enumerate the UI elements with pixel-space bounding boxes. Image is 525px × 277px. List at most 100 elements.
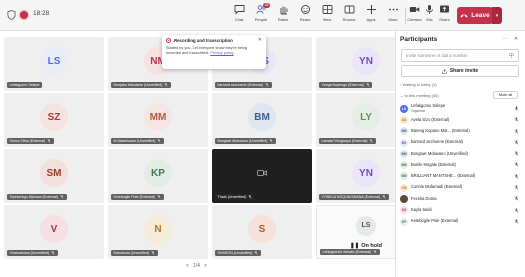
share-invite-button[interactable]: Share invite — [401, 65, 519, 77]
mic-off-icon — [269, 139, 273, 143]
apps-label: Apps — [366, 17, 376, 22]
in-meeting-section-toggle[interactable]: ⌄ In this meeting (35) — [400, 93, 439, 98]
participant-list-item[interactable]: Fezeka Duma — [400, 193, 522, 204]
participant-name: Avela Sizo (External) — [411, 116, 450, 122]
participant-name: Lamatd Yengwayo (External) — [321, 139, 368, 143]
participant-name: barnard sechoene (External) — [217, 83, 264, 87]
mic-icon — [514, 106, 519, 111]
participant-tile[interactable]: SM Sipekerego Mphosa (External) — [4, 149, 104, 203]
camera-off-icon — [257, 170, 267, 177]
participant-tile[interactable]: Thato (Unverified) — [212, 149, 312, 203]
participant-name: SHARON (Unverified) — [217, 251, 253, 255]
chat-button[interactable]: Chat — [228, 4, 250, 28]
pager-prev-button[interactable]: < — [186, 263, 189, 269]
participant-name: Kelebogile Pule (External) — [113, 195, 156, 199]
rooms-button[interactable]: Rooms — [338, 4, 360, 28]
participant-tile[interactable]: N Nokuthula (Unverified) — [108, 205, 208, 259]
camera-button[interactable]: Camera — [407, 4, 422, 28]
privacy-policy-link[interactable]: Privacy policy — [210, 51, 233, 55]
dialpad-icon[interactable] — [509, 53, 514, 58]
recording-indicator-icon — [20, 11, 28, 19]
mic-off-icon — [514, 140, 519, 145]
participant-name: barnard sechoene (External) — [411, 139, 463, 145]
participant-tile[interactable]: MM M Mashiloane (Unverified) — [108, 93, 208, 147]
participant-name: Bongiwe Mobwano (Unverified) — [411, 150, 468, 156]
participant-list-item[interactable]: BM Bonile Mogale (External) — [400, 159, 522, 170]
react-label: React — [299, 17, 311, 22]
people-button[interactable]: People 35 — [250, 3, 272, 28]
share-label: Share — [439, 17, 450, 22]
leave-options-chevron-icon[interactable]: ▾ — [492, 7, 502, 24]
more-button[interactable]: More — [382, 4, 404, 28]
participant-avatar: LY — [352, 103, 380, 132]
participant-tile[interactable]: SZ Simon Zitha (External) — [4, 93, 104, 147]
participant-name-tag: Nonjabu Mandane (Unverified) — [111, 82, 171, 88]
close-icon[interactable]: ✕ — [514, 36, 518, 42]
toolbar-divider — [405, 8, 406, 24]
lobby-section-toggle[interactable]: › Waiting in lobby (1) — [400, 82, 437, 87]
mic-off-icon — [514, 196, 519, 202]
camera-icon — [409, 7, 420, 12]
mic-off-icon — [164, 83, 168, 87]
participant-list-item[interactable]: BS barnard sechoene (External) — [400, 137, 522, 148]
participant-avatar: BM — [400, 172, 408, 181]
participant-name: Nonjabu Mandane (Unverified) — [113, 83, 163, 87]
participant-avatar: AS — [400, 115, 408, 124]
mic-off-icon — [60, 195, 64, 199]
participant-list-item[interactable]: BM BRILLIANT MANTSHE... (External) — [400, 171, 522, 182]
participant-name: Kelebogile Pule (External) — [411, 218, 459, 224]
participant-list-item[interactable]: KS Kayla Seidi — [400, 205, 522, 216]
participant-name-tag: barnard sechoene (External) — [215, 82, 272, 88]
view-button[interactable]: View — [316, 4, 338, 28]
participant-list-item[interactable]: BM Bareng Kopano Mot... (External) — [400, 126, 522, 137]
leave-button[interactable]: Leave — [457, 7, 493, 24]
more-icon — [388, 8, 398, 11]
mic-off-icon — [254, 251, 258, 255]
participant-tile[interactable]: S SHARON (Unverified) — [212, 205, 312, 259]
raise-button[interactable]: Raise — [272, 4, 294, 28]
mic-off-icon — [51, 251, 55, 255]
mic-off-icon — [366, 83, 370, 87]
rooms-icon — [344, 5, 354, 14]
pager-next-button[interactable]: > — [204, 263, 207, 269]
participant-name-tag: Yenga Nopengo (External) — [319, 82, 373, 88]
more-label: More — [388, 17, 398, 22]
chat-icon — [234, 5, 244, 15]
mic-off-icon — [382, 195, 386, 199]
mic-off-icon — [373, 250, 377, 254]
invite-search-input[interactable]: Invite someone or dial a number — [401, 49, 519, 62]
share-button[interactable]: Share — [437, 4, 452, 28]
participant-avatar: YN — [352, 159, 380, 188]
participant-list-item[interactable]: LS Lefakgomo Selepe Organiser — [400, 103, 522, 114]
participant-list-item[interactable]: AS Avela Sizo (External) — [400, 114, 522, 125]
apps-button[interactable]: Apps — [360, 4, 382, 28]
participant-tile[interactable]: LS Lefakgomo Selepe — [4, 37, 104, 91]
lobby-label: Waiting in lobby (1) — [402, 82, 437, 87]
react-button[interactable]: React — [294, 4, 316, 28]
close-icon[interactable]: ✕ — [258, 37, 262, 43]
participant-name: Thato (Unverified) — [217, 195, 247, 199]
participant-list-item[interactable]: KP Kelebogile Pule (External) — [400, 216, 522, 227]
mic-off-icon — [151, 251, 155, 255]
mic-off-icon — [157, 139, 161, 143]
participant-avatar: BS — [400, 138, 408, 147]
participant-name: Bongiwe Mobwano (Unverified) — [217, 139, 268, 143]
participant-list-item[interactable]: BM Bongiwe Mobwano (Unverified) — [400, 148, 522, 159]
participant-avatar: KS — [400, 206, 408, 215]
pop-out-icon[interactable]: ··· — [503, 36, 508, 42]
mic-label: Mic — [426, 17, 433, 22]
mic-off-icon — [514, 151, 519, 156]
video-grid: LS Lefakgomo Selepe NM Nonjabu Mandane (Unv… — [4, 37, 416, 259]
mute-all-button[interactable]: Mute all — [493, 91, 518, 99]
participant-tile[interactable]: V Vhahwamba (Unverified) — [4, 205, 104, 259]
mic-button[interactable]: Mic — [422, 4, 437, 28]
participant-avatar: SZ — [40, 103, 68, 132]
participant-tile[interactable]: KP Kelebogile Pule (External) — [108, 149, 208, 203]
view-icon — [322, 5, 332, 14]
participant-name: BRILLIANT MANTSHE... (External) — [411, 173, 476, 179]
participant-list-item[interactable]: CM Connie Mufamadi (External) — [400, 182, 522, 193]
participant-avatar: LS — [400, 104, 408, 113]
participant-name: Lefakgomo Selepe — [9, 83, 40, 87]
participant-tile[interactable]: BM Bongiwe Mobwano (Unverified) — [212, 93, 312, 147]
raise-label: Raise — [277, 17, 289, 22]
